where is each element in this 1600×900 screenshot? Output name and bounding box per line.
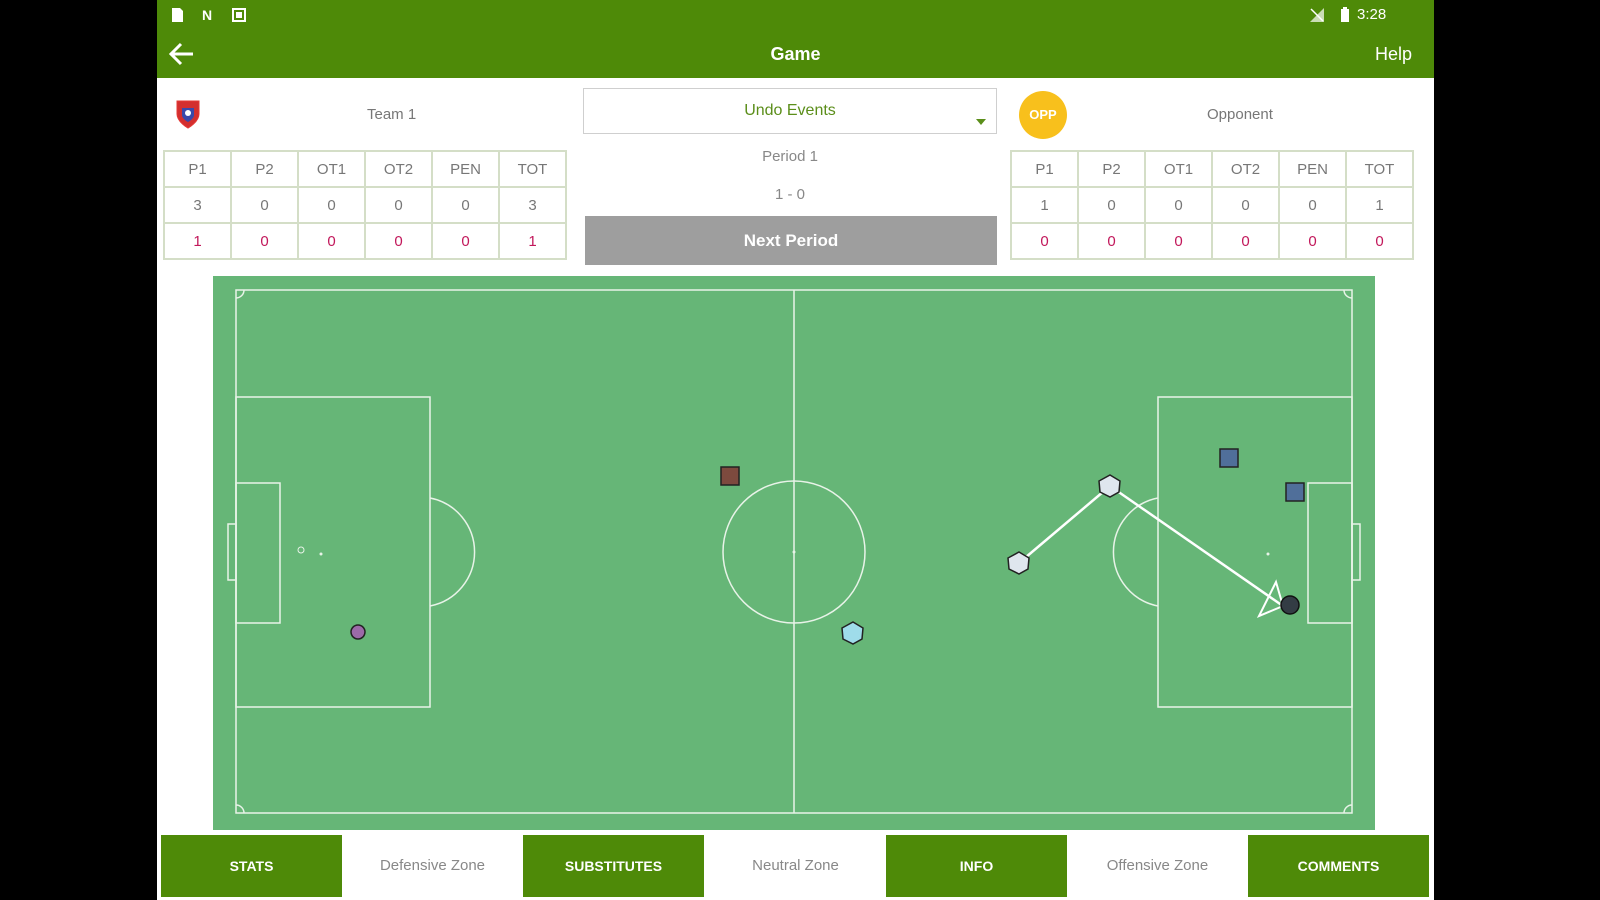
nfc-icon: N [201, 7, 213, 23]
event-marker-circle[interactable] [350, 624, 366, 640]
help-button[interactable]: Help [1375, 44, 1412, 65]
table-header: TOT [1345, 150, 1414, 188]
table-cell: 0 [1211, 186, 1280, 224]
table-cell: 3 [163, 186, 232, 224]
table-header: PEN [431, 150, 500, 188]
dropdown-caret-icon [976, 119, 986, 125]
status-bar: N 3:28 [157, 0, 1434, 30]
table-header: P2 [230, 150, 299, 188]
table-cell: 0 [364, 222, 433, 260]
event-marker-square[interactable] [1219, 448, 1239, 468]
table-cell: 0 [1077, 222, 1146, 260]
clock: 3:28 [1357, 6, 1387, 23]
sd-card-icon [169, 7, 185, 23]
team-logo-icon [174, 98, 202, 130]
table-cell: 1 [163, 222, 232, 260]
penalty-spot [1266, 552, 1270, 556]
soccer-field[interactable] [213, 276, 1375, 830]
undo-events-dropdown[interactable]: Undo Events [583, 88, 997, 134]
table-header: OT1 [297, 150, 366, 188]
table-cell: 0 [230, 186, 299, 224]
page-title: Game [770, 44, 821, 64]
table-header: OT2 [364, 150, 433, 188]
period-score: 1 - 0 [774, 186, 805, 203]
table-cell: 0 [1211, 222, 1280, 260]
table-cell: 0 [1278, 186, 1347, 224]
table-cell: 0 [297, 222, 366, 260]
notification-icon [231, 7, 247, 23]
next-period-button[interactable]: Next Period [585, 216, 997, 265]
table-cell: 0 [297, 186, 366, 224]
period-label: Period 1 [762, 148, 818, 165]
event-marker-square[interactable] [1285, 482, 1305, 502]
battery-icon [1337, 7, 1353, 23]
table-cell: 1 [1345, 186, 1414, 224]
table-cell: 0 [364, 186, 433, 224]
event-marker-square[interactable] [720, 466, 740, 486]
table-header: P1 [1010, 150, 1079, 188]
opponent-badge: OPP [1019, 91, 1067, 139]
opponent-team-name: Opponent [1207, 106, 1273, 123]
table-cell: 0 [1010, 222, 1079, 260]
table-cell: 0 [431, 222, 500, 260]
table-header: OT2 [1211, 150, 1280, 188]
event-marker-circle[interactable] [1280, 595, 1300, 615]
table-cell: 0 [1077, 186, 1146, 224]
table-header: P1 [163, 150, 232, 188]
table-header: TOT [498, 150, 567, 188]
substitutes-button[interactable]: SUBSTITUTES [523, 835, 704, 897]
undo-events-label: Undo Events [744, 102, 836, 119]
table-cell: 0 [230, 222, 299, 260]
comments-button[interactable]: COMMENTS [1248, 835, 1429, 897]
table-cell: 0 [431, 186, 500, 224]
table-header: PEN [1278, 150, 1347, 188]
table-cell: 1 [1010, 186, 1079, 224]
table-cell: 3 [498, 186, 567, 224]
table-cell: 0 [1144, 186, 1213, 224]
app-bar: Game Help [157, 30, 1434, 78]
offensive-zone-label: Offensive Zone [1106, 857, 1209, 874]
game-screen: N 3:28 Game Help Team 1 P1 P2 OT1 OT2 PE… [157, 0, 1434, 900]
neutral-zone-label: Neutral Zone [752, 857, 839, 874]
info-button[interactable]: INFO [886, 835, 1067, 897]
table-header: OT1 [1144, 150, 1213, 188]
penalty-spot [319, 552, 323, 556]
home-team-name: Team 1 [367, 106, 417, 123]
table-header: P2 [1077, 150, 1146, 188]
table-cell: 0 [1278, 222, 1347, 260]
table-cell: 0 [1345, 222, 1414, 260]
defensive-zone-label: Defensive Zone [379, 857, 486, 874]
table-cell: 1 [498, 222, 567, 260]
signal-icon [1309, 7, 1325, 23]
center-spot [792, 550, 796, 554]
home-score-table: P1 P2 OT1 OT2 PEN TOT 3 0 0 0 0 3 1 0 0 … [163, 150, 567, 260]
table-cell: 0 [1144, 222, 1213, 260]
opponent-score-table: P1 P2 OT1 OT2 PEN TOT 1 0 0 0 0 1 0 0 0 … [1010, 150, 1414, 260]
stats-button[interactable]: STATS [161, 835, 342, 897]
